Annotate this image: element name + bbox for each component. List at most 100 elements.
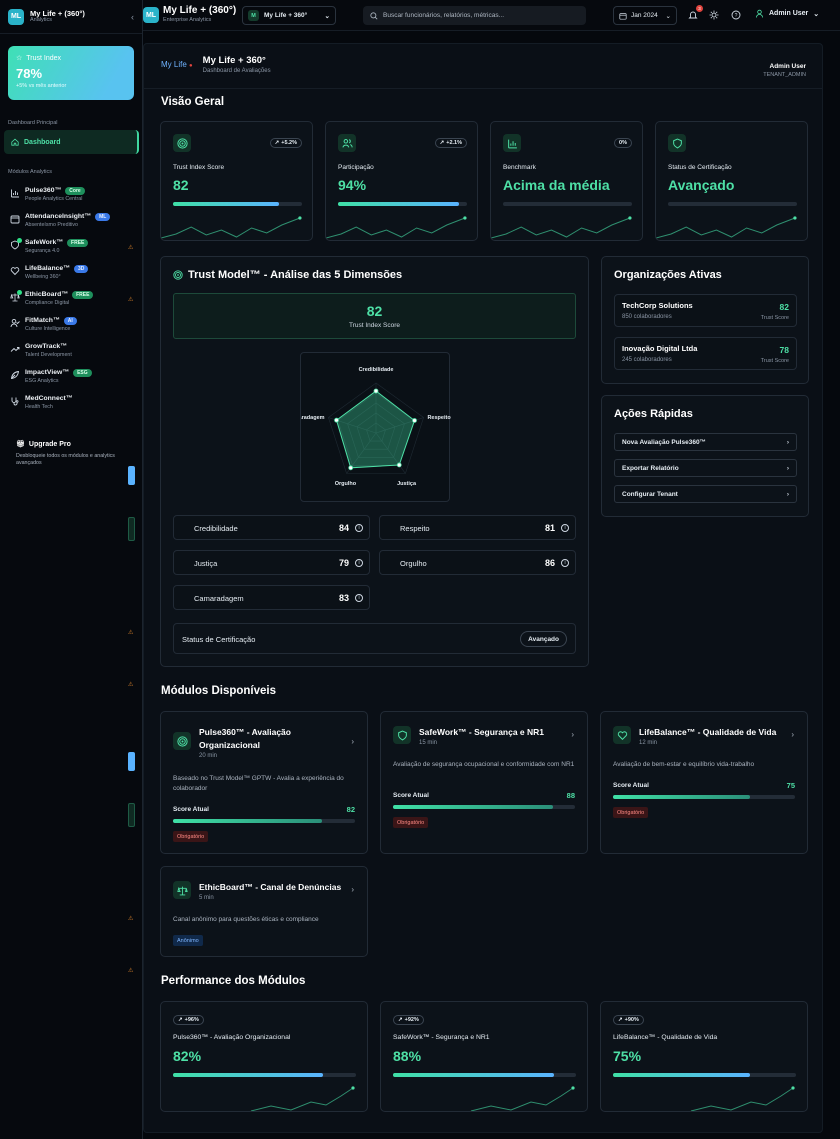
- performance-heading: Performance dos Módulos: [161, 975, 306, 987]
- kpi-label: Benchmark: [503, 164, 536, 171]
- chevron-right-icon: ›: [786, 438, 789, 446]
- trust-index-card[interactable]: ☆ Trust Index 78% +5% vs mês anterior: [8, 46, 134, 100]
- chevron-right-icon: ›: [786, 490, 789, 498]
- status-dot: [17, 238, 22, 243]
- info-icon[interactable]: i: [355, 559, 363, 567]
- module-description: Avaliação de segurança ocupacional e con…: [393, 761, 575, 768]
- certification-label: Status de Certificação: [182, 635, 256, 644]
- collapse-sidebar-icon[interactable]: ‹: [131, 12, 134, 22]
- dimension-row: Camaradagem 83 i: [173, 585, 370, 610]
- org-score: 78: [779, 345, 789, 355]
- sidebar-item-label: GrowTrack™: [25, 343, 67, 350]
- user-menu[interactable]: Admin User ⌄: [755, 9, 819, 18]
- dimension-name: Camaradagem: [194, 594, 244, 603]
- chevron-right-icon: ›: [786, 464, 789, 472]
- kpi-change: +2.1%: [446, 140, 462, 146]
- performance-value: 82%: [173, 1048, 202, 1064]
- sidebar-item-module[interactable]: ImpactView™ ESG ESG Analytics: [10, 368, 92, 385]
- info-icon[interactable]: i: [355, 524, 363, 532]
- quick-action-button[interactable]: Configurar Tenant ›: [614, 485, 797, 503]
- module-card[interactable]: Pulse360™ - Avaliação Organizacional 20 m…: [160, 711, 368, 854]
- kpi-progress-fill: [338, 202, 460, 206]
- kpi-change-chip: 0%: [614, 138, 632, 148]
- active-orgs-title: Organizações Ativas: [614, 269, 722, 281]
- sparkline-line: [161, 217, 301, 239]
- module-progress-bar: [393, 805, 575, 809]
- module-score-label: Score Atual: [613, 782, 649, 789]
- upgrade-description: Desbloqueie todos os módulos e analytics…: [16, 453, 115, 465]
- performance-progress-bar: [613, 1073, 796, 1077]
- module-score: 75: [786, 781, 795, 790]
- kpi-change: 0%: [619, 140, 627, 146]
- info-icon[interactable]: i: [561, 559, 569, 567]
- radar-point: [373, 388, 379, 394]
- performance-sparkline: [250, 1086, 355, 1111]
- performance-sparkline: [470, 1086, 575, 1111]
- sidebar-item-label: Pulse360™: [25, 187, 62, 194]
- kpi-value: Acima da média: [503, 177, 610, 193]
- sidebar-item-subtitle: Compliance Digital: [25, 300, 70, 306]
- user-icon: [755, 9, 764, 18]
- kpi-progress-bar: [668, 202, 797, 206]
- date-selector[interactable]: Jan 2024 ⌄: [613, 6, 677, 25]
- module-title: EthicBoard™ - Canal de Denúncias: [199, 882, 342, 892]
- performance-change: +92%: [404, 1017, 419, 1023]
- radar-label: Justiça: [397, 481, 417, 487]
- org-item[interactable]: Inovação Digital Ltda 245 colaboradores 78…: [614, 337, 797, 370]
- quick-action-button[interactable]: Exportar Relatório ›: [614, 459, 797, 477]
- sparkline-line: [491, 217, 631, 239]
- sparkline-chart: [491, 216, 632, 239]
- radar-point: [334, 417, 339, 423]
- kpi-value: Avançado: [668, 177, 735, 193]
- sidebar-item-module[interactable]: AttendanceInsight™ ML Absenteísmo Preditiv…: [10, 212, 111, 229]
- sidebar-item-module[interactable]: FitMatch™ AI Culture Intelligence: [10, 316, 77, 333]
- upgrade-pro-box[interactable]: 🎁︎ Upgrade Pro Desbloqueie todos os módul…: [16, 440, 128, 466]
- sidebar-item-module[interactable]: EthicBoard™ FREE Compliance Digital: [10, 290, 94, 307]
- quick-actions-title: Ações Rápidas: [614, 408, 693, 420]
- info-icon[interactable]: i: [355, 594, 363, 602]
- kpi-label: Participação: [338, 164, 374, 171]
- org-score: 82: [779, 302, 789, 312]
- sidebar-item-module[interactable]: Pulse360™ Core People Analytics Central: [10, 186, 85, 203]
- module-tag: Obrigatório: [173, 831, 209, 842]
- bell-icon[interactable]: [688, 10, 698, 20]
- sidebar-item-subtitle: People Analytics Central: [25, 196, 83, 202]
- performance-value: 88%: [393, 1048, 422, 1064]
- trend-up-icon: ↗: [398, 1017, 403, 1023]
- scroll-indicator: [128, 803, 135, 827]
- sidebar-item-module[interactable]: GrowTrack™ Talent Development: [10, 342, 72, 359]
- sidebar-item-module[interactable]: SafeWork™ FREE Segurança 4.0: [10, 238, 89, 255]
- module-card[interactable]: LifeBalance™ - Qualidade de Vida 12 min › A…: [600, 711, 808, 854]
- performance-progress-fill: [613, 1073, 751, 1077]
- sidebar-item-dashboard[interactable]: Dashboard: [4, 130, 139, 154]
- module-card[interactable]: SafeWork™ - Segurança e NR1 15 min › Avalia…: [380, 711, 588, 854]
- search-input[interactable]: Buscar funcionários, relatórios, métrica…: [363, 6, 586, 25]
- info-icon[interactable]: i: [561, 524, 569, 532]
- help-icon[interactable]: ?: [731, 10, 741, 20]
- module-card[interactable]: EthicBoard™ - Canal de Denúncias 5 min › Ca…: [160, 866, 368, 957]
- search-icon: [370, 11, 378, 19]
- module-badge: Core: [65, 187, 85, 195]
- org-item[interactable]: TechCorp Solutions 850 colaboradores 82 Tru…: [614, 294, 797, 327]
- sidebar-item-module[interactable]: LifeBalance™ 3D Wellbeing 360°: [10, 264, 89, 281]
- performance-label: SafeWork™ - Segurança e NR1: [393, 1034, 490, 1041]
- sun-icon[interactable]: [709, 10, 719, 20]
- trend-up-icon: ↗: [274, 140, 280, 146]
- sparkline-chart: [326, 216, 467, 239]
- performance-card: ↗ +96% Pulse360™ - Avaliação Organizaciona…: [160, 1001, 368, 1112]
- sidebar-item-module[interactable]: MedConnect™ Health Tech: [10, 394, 73, 411]
- performance-change: +90%: [624, 1017, 639, 1023]
- home-icon: [11, 138, 19, 146]
- kpi-progress-bar: [338, 202, 467, 206]
- module-duration: 12 min: [639, 740, 658, 746]
- org-name: TechCorp Solutions: [622, 301, 693, 310]
- certification-badge: Avançado: [520, 631, 567, 647]
- tenant-selector[interactable]: M My Life + 360° ⌄: [242, 6, 336, 25]
- sidebar-item-label: ImpactView™: [25, 369, 70, 376]
- chevron-down-icon: ⌄: [813, 10, 820, 18]
- sparkline-line: [250, 1087, 354, 1111]
- quick-action-button[interactable]: Nova Avaliação Pulse360™ ›: [614, 433, 797, 451]
- module-progress-fill: [393, 805, 554, 809]
- sidebar-app-subtitle: Analytics: [30, 17, 53, 23]
- shield-icon: [672, 138, 682, 148]
